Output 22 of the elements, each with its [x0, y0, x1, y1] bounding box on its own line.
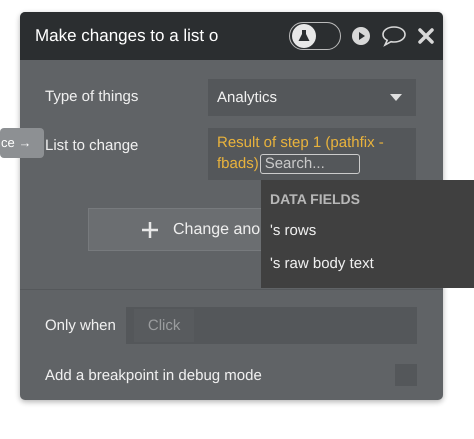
expression-text: Result of step 1 (pathfix - [217, 133, 384, 153]
search-field[interactable]: Search... [260, 154, 360, 174]
caret-icon [390, 94, 402, 102]
play-icon[interactable] [351, 26, 371, 46]
condition-placeholder: Click [134, 309, 194, 342]
comment-icon[interactable] [381, 25, 407, 47]
dropdown-value: Analytics [217, 89, 278, 106]
panel-title: Make changes to a list o [35, 26, 220, 46]
field-label: List to change [45, 136, 140, 154]
expression-text: fbads) [217, 154, 259, 174]
expression-field[interactable]: Result of step 1 (pathfix - fbads) Search... [208, 128, 416, 180]
menu-item[interactable]: 's raw body text [270, 255, 472, 288]
menu-heading: DATA FIELDS [270, 191, 361, 209]
debug-toggle[interactable] [289, 22, 341, 50]
flask-icon [292, 24, 316, 48]
type-dropdown[interactable]: Analytics [208, 79, 416, 116]
field-label: Only when [45, 317, 116, 334]
canvas-element-tag: ce → [0, 128, 44, 158]
close-icon[interactable] [417, 27, 435, 45]
field-label: Type of things [45, 87, 140, 105]
breakpoint-label: Add a breakpoint in debug mode [45, 366, 262, 384]
plus-icon [141, 220, 159, 238]
